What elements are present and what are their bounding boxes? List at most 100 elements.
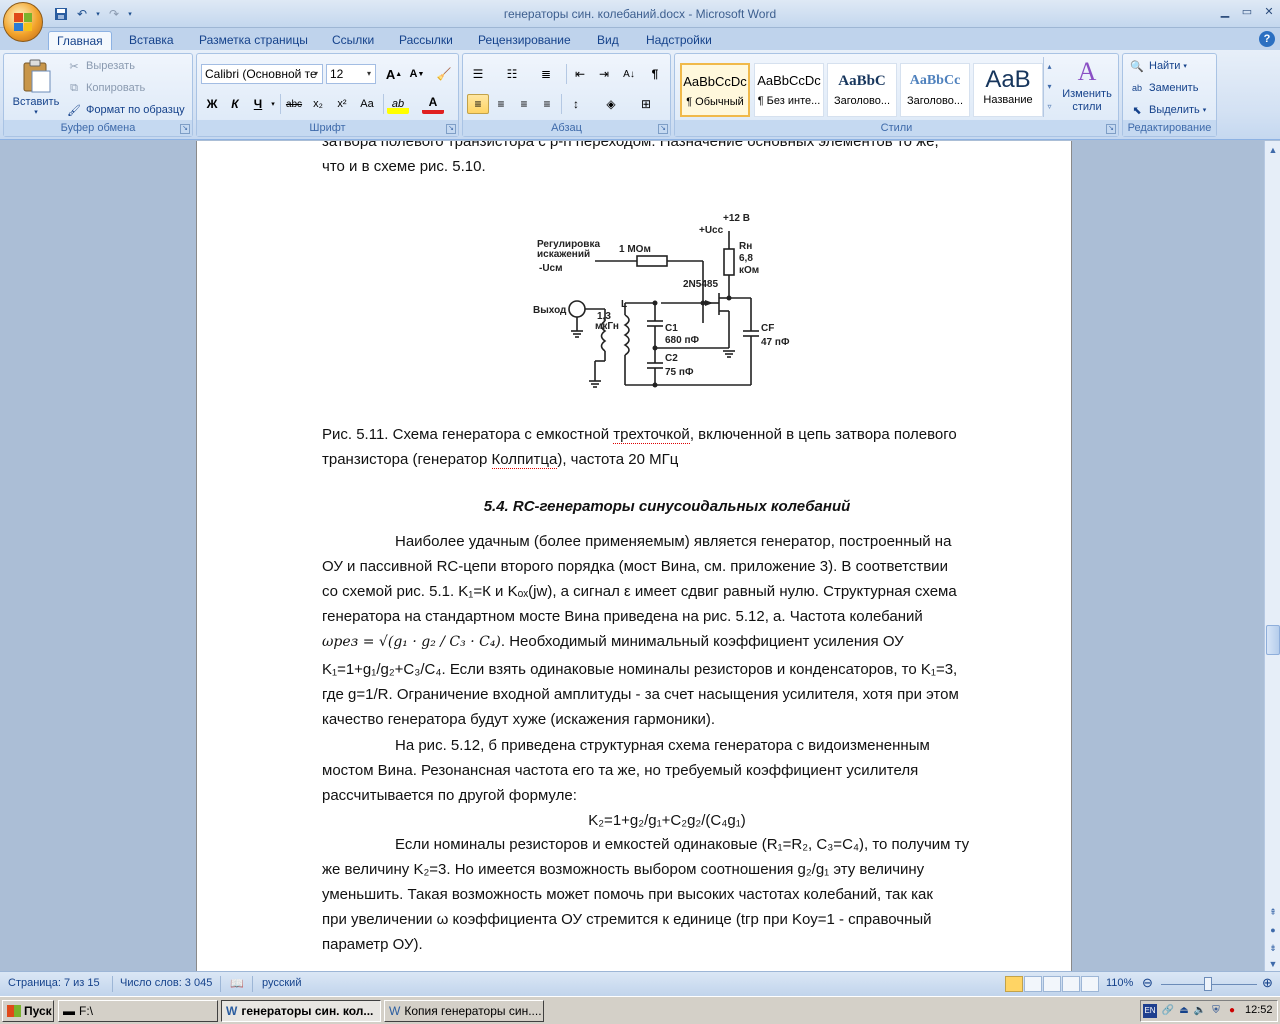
antivirus-icon[interactable]: ⛨ xyxy=(1209,1004,1223,1018)
scrollbar-thumb[interactable] xyxy=(1266,625,1280,655)
borders-icon[interactable]: ⊞ xyxy=(635,94,657,114)
document-page[interactable]: затвора полевого транзистора с p-n перех… xyxy=(196,141,1072,971)
font-size-combo[interactable]: 12 ▾ xyxy=(326,64,376,84)
strikethrough-button[interactable]: abc xyxy=(283,94,305,114)
scroll-down-icon[interactable]: ▼ xyxy=(1266,957,1280,971)
font-family-combo[interactable]: Calibri (Основной те ▾ xyxy=(201,64,323,84)
taskbar-item-word-copy[interactable]: W Копия генераторы син.... xyxy=(384,1000,544,1022)
tab-mailings[interactable]: Рассылки xyxy=(391,31,461,50)
justify-icon[interactable]: ≡ xyxy=(536,94,558,114)
style-normal[interactable]: AaBbCcDc ¶ Обычный xyxy=(680,63,750,117)
superscript-button[interactable]: x² xyxy=(331,94,353,114)
underline-button[interactable]: Ч xyxy=(247,94,269,114)
align-right-icon[interactable]: ≡ xyxy=(513,94,535,114)
outline-view-icon[interactable] xyxy=(1062,976,1080,992)
next-page-icon[interactable]: ⇟ xyxy=(1266,941,1280,955)
numbering-icon[interactable]: ☷ xyxy=(501,64,523,84)
align-left-icon[interactable]: ≡ xyxy=(467,94,489,114)
paragraph-launcher-icon[interactable]: ↘ xyxy=(658,124,668,134)
increase-indent-icon[interactable]: ⇥ xyxy=(593,64,615,84)
change-case-button[interactable]: Aa xyxy=(356,94,378,114)
bold-button[interactable]: Ж xyxy=(201,94,223,114)
italic-button[interactable]: К xyxy=(224,94,246,114)
previous-page-icon[interactable]: ⇞ xyxy=(1266,905,1280,919)
zoom-out-icon[interactable]: ⊖ xyxy=(1142,975,1153,991)
spelling-error[interactable]: трехточкой xyxy=(613,426,690,444)
style-title[interactable]: AaB Название xyxy=(973,63,1043,117)
font-color-button[interactable]: A xyxy=(422,94,444,114)
format-painter-button[interactable]: 🖌 Формат по образцу xyxy=(66,100,185,120)
scroll-up-icon[interactable]: ▲ xyxy=(1266,143,1280,157)
style-heading-2[interactable]: AaBbCc Заголово... xyxy=(900,63,970,117)
tab-view[interactable]: Вид xyxy=(589,31,627,50)
document-area[interactable]: затвора полевого транзистора с p-n перех… xyxy=(0,141,1264,971)
replace-button[interactable]: ab Заменить xyxy=(1129,78,1198,98)
line-spacing-icon[interactable]: ↕ xyxy=(565,94,587,114)
styles-gallery-scroll[interactable]: ▴ ▾ ▿ xyxy=(1043,57,1055,117)
tray-app-icon[interactable]: ● xyxy=(1225,1004,1239,1018)
paragraph-line: мостом Вина. Резонансная частота его та … xyxy=(322,762,919,779)
style-no-spacing[interactable]: AaBbCcDc ¶ Без инте... xyxy=(754,63,824,117)
zoom-slider-thumb[interactable] xyxy=(1204,977,1212,991)
multilevel-list-icon[interactable]: ≣ xyxy=(535,64,557,84)
taskbar-item-explorer[interactable]: ▬ F:\ xyxy=(58,1000,218,1022)
tab-insert[interactable]: Вставка xyxy=(121,31,182,50)
tab-home[interactable]: Главная xyxy=(48,31,112,50)
word-count[interactable]: Число слов: 3 045 xyxy=(120,977,212,989)
close-button[interactable]: ✕ xyxy=(1258,2,1280,20)
page-indicator[interactable]: Страница: 7 из 15 xyxy=(8,977,100,989)
language-indicator[interactable]: русский xyxy=(262,977,301,989)
cut-label: Вырезать xyxy=(86,60,135,72)
styles-launcher-icon[interactable]: ↘ xyxy=(1106,124,1116,134)
web-layout-icon[interactable] xyxy=(1043,976,1061,992)
clear-format-icon[interactable]: 🧹 xyxy=(433,64,455,84)
safely-remove-icon[interactable]: ⏏ xyxy=(1177,1004,1191,1018)
copy-button[interactable]: ⧉ Копировать xyxy=(66,78,145,98)
style-heading-1[interactable]: AaBbC Заголово... xyxy=(827,63,897,117)
minimize-button[interactable]: ▁ xyxy=(1214,2,1236,20)
styles-group-label: Стили xyxy=(675,120,1118,136)
font-launcher-icon[interactable]: ↘ xyxy=(446,124,456,134)
shading-icon[interactable]: ◈ xyxy=(600,94,622,114)
help-icon[interactable]: ? xyxy=(1259,31,1275,47)
office-button[interactable] xyxy=(3,2,43,42)
sort-icon[interactable]: A↓ xyxy=(618,64,640,84)
tab-references[interactable]: Ссылки xyxy=(324,31,382,50)
font-size-value: 12 xyxy=(330,67,344,81)
maximize-button[interactable]: ▭ xyxy=(1236,2,1258,20)
spelling-error[interactable]: Колпитца xyxy=(491,451,558,469)
clipboard-launcher-icon[interactable]: ↘ xyxy=(180,124,190,134)
taskbar-item-word-active[interactable]: Wгенераторы син. кол... xyxy=(221,1000,381,1022)
bullets-icon[interactable]: ☰ xyxy=(467,64,489,84)
shrink-font-button[interactable]: A ▼ xyxy=(406,64,428,84)
volume-icon[interactable]: 🔈 xyxy=(1193,1004,1207,1018)
browse-object-icon[interactable]: ● xyxy=(1266,923,1280,937)
tab-review[interactable]: Рецензирование xyxy=(470,31,579,50)
align-center-icon[interactable]: ≡ xyxy=(490,94,512,114)
select-button[interactable]: ⬉ Выделить ▾ xyxy=(1129,100,1206,120)
tab-addins[interactable]: Надстройки xyxy=(638,31,720,50)
cut-button[interactable]: ✂ Вырезать xyxy=(66,56,135,76)
change-styles-button[interactable]: A Изменить стили xyxy=(1059,56,1115,120)
zoom-in-icon[interactable]: ⊕ xyxy=(1262,975,1273,991)
paste-button[interactable]: Вставить ▾ xyxy=(8,57,64,117)
show-marks-button[interactable]: ¶ xyxy=(644,64,666,84)
vertical-scrollbar[interactable]: ▲ ⇞ ● ⇟ ▼ xyxy=(1264,141,1280,971)
language-indicator-tray[interactable]: EN xyxy=(1143,1004,1157,1018)
zoom-level[interactable]: 110% xyxy=(1106,977,1133,989)
tab-page-layout[interactable]: Разметка страницы xyxy=(191,31,316,50)
full-screen-reading-icon[interactable] xyxy=(1024,976,1042,992)
grow-font-button[interactable]: A ▲ xyxy=(383,64,405,84)
highlight-button[interactable]: ab xyxy=(387,94,409,114)
start-button[interactable]: Пуск xyxy=(2,1000,54,1022)
network-icon[interactable]: 🔗 xyxy=(1161,1004,1175,1018)
proofing-icon[interactable]: 📖 xyxy=(230,977,244,990)
print-layout-view-icon[interactable] xyxy=(1005,976,1023,992)
subscript-button[interactable]: x₂ xyxy=(307,94,329,114)
grow-font-label: A xyxy=(385,66,396,82)
find-button[interactable]: 🔍 Найти ▾ xyxy=(1129,56,1187,76)
replace-icon: ab xyxy=(1131,83,1142,93)
decrease-indent-icon[interactable]: ⇤ xyxy=(569,64,591,84)
draft-view-icon[interactable] xyxy=(1081,976,1099,992)
underline-dropdown-icon[interactable]: ▾ xyxy=(268,94,278,114)
